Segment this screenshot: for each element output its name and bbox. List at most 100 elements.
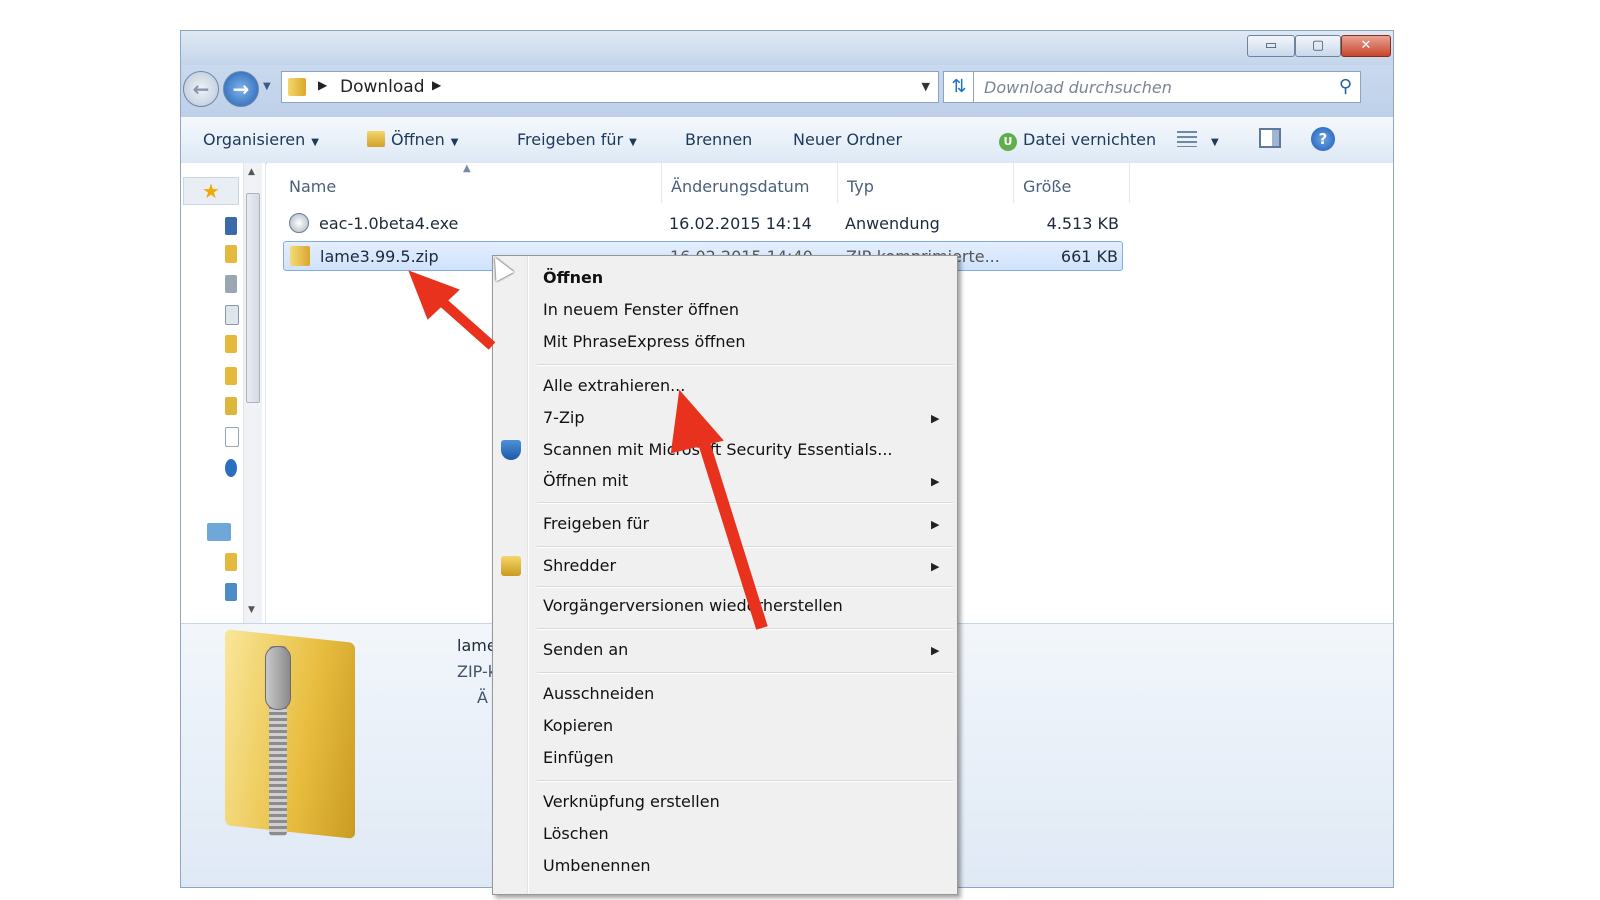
document-icon[interactable] (225, 305, 239, 325)
desktop-icon[interactable] (225, 217, 237, 235)
preview-pane-icon[interactable] (1259, 128, 1281, 148)
menu-item-previous-versions[interactable]: Vorgängerversionen wiederherstellen (543, 596, 843, 615)
context-menu: Öffnen In neuem Fenster öffnen Mit Phras… (492, 255, 958, 895)
file-type: Anwendung (845, 214, 940, 233)
library-icon[interactable] (207, 523, 231, 541)
burn-button[interactable]: Brennen (685, 130, 752, 149)
menu-item-open[interactable]: Öffnen (543, 268, 603, 287)
menu-item-delete[interactable]: Löschen (543, 824, 609, 843)
breadcrumb-download[interactable]: Download (340, 77, 425, 97)
menu-separator (537, 586, 953, 588)
address-box[interactable]: ▶ Download ▶ ▼ (281, 71, 939, 103)
chevron-down-icon: ▼ (311, 137, 319, 148)
refresh-icon[interactable]: ⇅ (943, 71, 975, 103)
scroll-down-icon[interactable]: ▼ (248, 605, 255, 615)
maximize-button[interactable]: ▢ (1295, 35, 1341, 57)
scrollbar-thumb[interactable] (246, 193, 260, 403)
pictures-icon[interactable] (225, 583, 237, 601)
command-bar: Organisieren ▼ Öffnen ▼ Freigeben für ▼ Bre… (181, 117, 1393, 164)
search-icon[interactable]: ⚲ (1339, 76, 1352, 97)
shred-label: Datei vernichten (1023, 130, 1157, 149)
menu-item-cut[interactable]: Ausschneiden (543, 684, 654, 703)
chevron-down-icon: ▼ (629, 137, 637, 148)
column-header-date[interactable]: Änderungsdatum (671, 177, 809, 196)
close-button[interactable]: ✕ (1341, 35, 1391, 57)
column-header-type[interactable]: Typ (847, 177, 874, 196)
recent-pages-dropdown-icon[interactable]: ▼ (263, 81, 271, 92)
new-folder-button[interactable]: Neuer Ordner (793, 130, 902, 149)
nav-scrollbar[interactable]: ▲ ▼ (243, 163, 262, 623)
open-folder-icon (367, 131, 385, 147)
search-placeholder: Download durchsuchen (984, 78, 1172, 97)
column-divider[interactable] (1013, 163, 1014, 203)
file-date: 16.02.2015 14:14 (669, 214, 812, 233)
help-icon[interactable]: ? (1311, 127, 1335, 151)
share-button[interactable]: Freigeben für ▼ (517, 130, 637, 149)
shredder-icon (501, 556, 521, 576)
menu-item-open-phraseexpress[interactable]: Mit PhraseExpress öffnen (543, 332, 745, 351)
column-divider[interactable] (661, 163, 662, 203)
menu-item-open-with[interactable]: Öffnen mit (543, 471, 628, 490)
menu-item-shredder[interactable]: Shredder (543, 556, 616, 575)
title-bar: ▭ ▢ ✕ (181, 31, 1393, 65)
scroll-up-icon[interactable]: ▲ (248, 167, 255, 177)
folder-icon[interactable] (225, 397, 237, 415)
details-file-type: ZIP-k (457, 662, 498, 681)
menu-separator (537, 672, 953, 674)
breadcrumb-separator-icon[interactable]: ▶ (432, 78, 441, 92)
submenu-arrow-icon: ▶ (931, 412, 940, 425)
zip-icon (290, 246, 310, 266)
cloud-icon[interactable] (225, 459, 237, 477)
column-header-name[interactable]: Name (289, 177, 336, 196)
menu-separator (537, 546, 953, 548)
details-date-label: Ä (477, 688, 488, 707)
file-row[interactable]: eac-1.0beta4.exe 16.02.2015 14:14 Anwend… (283, 209, 1123, 239)
security-essentials-icon (501, 440, 521, 460)
file-name: lame3.99.5.zip (320, 247, 439, 266)
menu-item-7zip[interactable]: 7-Zip (543, 408, 585, 427)
minimize-button[interactable]: ▭ (1247, 35, 1295, 57)
breadcrumb-separator-icon[interactable]: ▶ (318, 78, 327, 92)
menu-item-open-new-window[interactable]: In neuem Fenster öffnen (543, 300, 739, 319)
view-options-button[interactable]: ▼ (1177, 130, 1219, 149)
address-dropdown-icon[interactable]: ▼ (922, 80, 930, 93)
menu-item-extract-all[interactable]: Alle extrahieren... (543, 376, 685, 395)
document-icon[interactable] (225, 427, 239, 447)
folder-icon[interactable] (225, 367, 237, 385)
menu-separator (537, 364, 953, 366)
column-divider[interactable] (1129, 163, 1130, 203)
back-button[interactable]: ← (183, 71, 219, 107)
file-name: eac-1.0beta4.exe (319, 214, 459, 233)
folder-icon[interactable] (225, 553, 237, 571)
menu-item-rename[interactable]: Umbenennen (543, 856, 651, 875)
places-icon[interactable] (225, 275, 237, 293)
menu-separator (537, 780, 953, 782)
menu-separator (537, 628, 953, 630)
details-file-name: lame (457, 636, 497, 655)
folder-icon[interactable] (225, 245, 237, 263)
column-divider[interactable] (837, 163, 838, 203)
search-input[interactable]: Download durchsuchen ⚲ (973, 71, 1361, 103)
exe-icon (289, 213, 309, 233)
menu-item-copy[interactable]: Kopieren (543, 716, 613, 735)
submenu-arrow-icon: ▶ (931, 518, 940, 531)
menu-item-paste[interactable]: Einfügen (543, 748, 614, 767)
chevron-down-icon: ▼ (1211, 137, 1219, 148)
open-button[interactable]: Öffnen ▼ (367, 130, 458, 149)
organize-button[interactable]: Organisieren ▼ (203, 130, 319, 149)
folder-icon[interactable] (225, 335, 237, 353)
menu-item-send-to[interactable]: Senden an (543, 640, 628, 659)
shred-file-button[interactable]: U Datei vernichten (999, 130, 1156, 151)
forward-button[interactable]: → (223, 71, 259, 107)
menu-item-share[interactable]: Freigeben für (543, 514, 649, 533)
menu-item-create-shortcut[interactable]: Verknüpfung erstellen (543, 792, 720, 811)
open-label: Öffnen (391, 130, 445, 149)
submenu-arrow-icon: ▶ (931, 644, 940, 657)
shred-icon: U (999, 133, 1017, 151)
menu-separator (537, 502, 953, 504)
menu-item-scan[interactable]: Scannen mit Microsoft Security Essential… (543, 440, 893, 459)
favorites-star-icon[interactable]: ★ (183, 177, 239, 205)
organize-label: Organisieren (203, 130, 306, 149)
column-header-size[interactable]: Größe (1023, 177, 1071, 196)
submenu-arrow-icon: ▶ (931, 475, 940, 488)
